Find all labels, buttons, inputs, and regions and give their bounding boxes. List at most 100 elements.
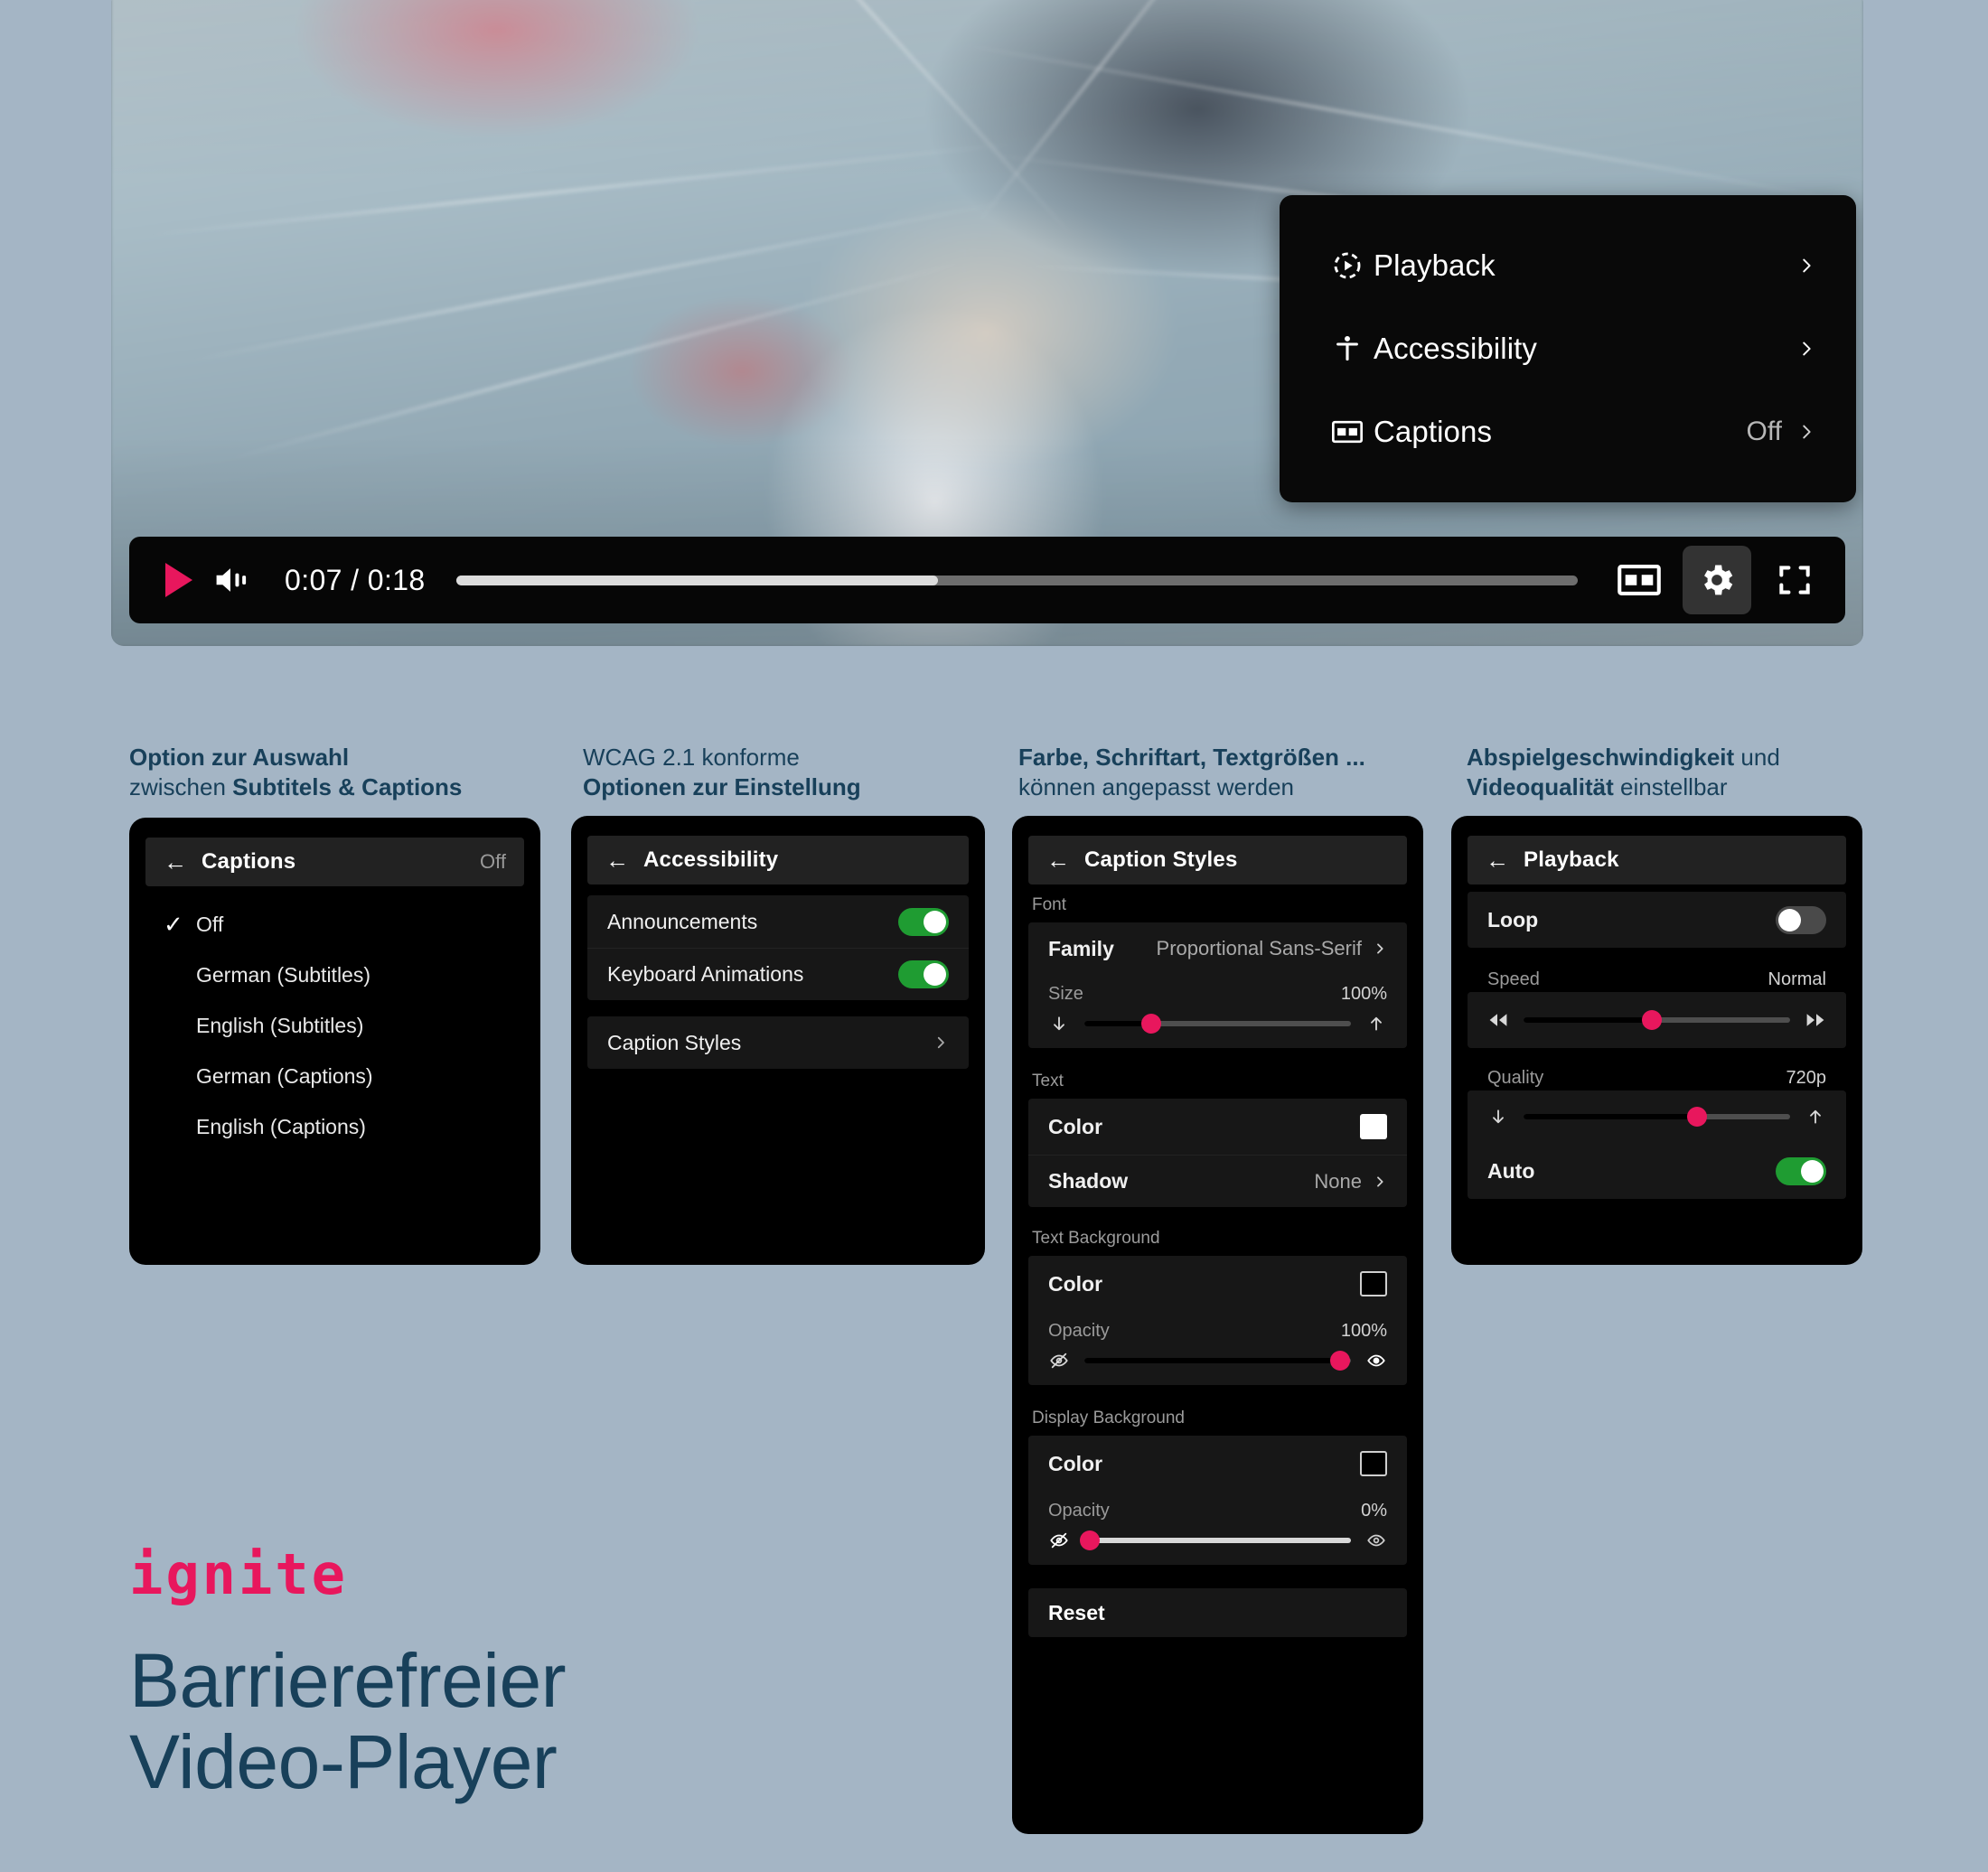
row-text-bg-color[interactable]: Color xyxy=(1028,1256,1407,1312)
slider-value: 100% xyxy=(1340,1321,1387,1341)
section-heading-bold-2: Subtitels & Captions xyxy=(232,773,463,801)
text-color-swatch[interactable] xyxy=(1360,1114,1387,1139)
text-background-color-swatch[interactable] xyxy=(1360,1271,1387,1296)
brand-block: ignite Barrierefreier Video-Player xyxy=(129,1541,567,1803)
caption-option-off[interactable]: ✓ Off xyxy=(145,899,524,950)
row-label: Color xyxy=(1048,1451,1103,1475)
arrow-up-icon[interactable] xyxy=(1364,1014,1389,1034)
display-background-color-swatch[interactable] xyxy=(1360,1451,1387,1476)
toggle-row-announcements[interactable]: Announcements xyxy=(587,895,969,948)
eye-off-icon[interactable] xyxy=(1046,1530,1072,1550)
group-display-background: Color Opacity 0% xyxy=(1028,1436,1407,1565)
settings-menu-item-label: Playback xyxy=(1374,248,1496,282)
caption-option-english-captions[interactable]: English (Captions) xyxy=(145,1101,524,1152)
font-size-slider[interactable] xyxy=(1084,1014,1351,1034)
toggle-label: Announcements xyxy=(607,909,758,933)
slider-block-font-size: Size 100% xyxy=(1028,975,1407,1048)
section-heading-bold: Optionen zur Einstellung xyxy=(583,773,861,801)
settings-menu-item-value: Off xyxy=(1746,417,1782,446)
panel-card-playback: ← Playback Loop Speed Normal Quality 720… xyxy=(1451,816,1862,1265)
slider-block-display-bg-opacity: Opacity 0% xyxy=(1028,1492,1407,1565)
play-button[interactable] xyxy=(149,563,205,597)
keyboard-animations-toggle[interactable] xyxy=(898,960,949,988)
row-text-shadow[interactable]: Shadow None xyxy=(1028,1155,1407,1207)
row-label: Shadow xyxy=(1048,1169,1129,1193)
panel-header-playback[interactable]: ← Playback xyxy=(1468,836,1846,885)
volume-button[interactable] xyxy=(205,563,261,597)
settings-button[interactable] xyxy=(1683,546,1751,614)
settings-menu-item-accessibility[interactable]: Accessibility xyxy=(1280,307,1856,390)
toggle-row-auto[interactable]: Auto xyxy=(1468,1143,1846,1199)
progress-bar[interactable] xyxy=(455,575,1578,585)
play-icon xyxy=(165,563,192,597)
group-quality: Auto xyxy=(1468,1090,1846,1199)
arrow-up-icon[interactable] xyxy=(1803,1107,1828,1127)
control-bar-right-group xyxy=(1605,546,1829,614)
back-arrow-icon[interactable]: ← xyxy=(1046,848,1070,872)
arrow-down-icon[interactable] xyxy=(1486,1107,1511,1127)
panel-header-caption-styles[interactable]: ← Caption Styles xyxy=(1028,836,1407,885)
section-heading-bold: Option zur Auswahl xyxy=(129,744,350,771)
rewind-icon[interactable] xyxy=(1486,1012,1511,1028)
back-arrow-icon[interactable]: ← xyxy=(164,850,187,874)
video-player: Playback Accessibility Captions Off 0:07… xyxy=(111,0,1863,646)
settings-menu-item-captions[interactable]: Captions Off xyxy=(1280,390,1856,473)
slider-label: Opacity xyxy=(1048,1501,1110,1521)
row-font-family[interactable]: Family Proportional Sans-Serif xyxy=(1028,922,1407,975)
announcements-toggle[interactable] xyxy=(898,907,949,936)
loop-toggle[interactable] xyxy=(1776,905,1826,934)
display-background-opacity-slider[interactable] xyxy=(1079,1530,1351,1550)
settings-menu-item-playback[interactable]: Playback xyxy=(1280,224,1856,307)
fast-forward-icon[interactable] xyxy=(1803,1012,1828,1028)
section-heading-plain: können angepasst werden xyxy=(1018,773,1295,801)
fullscreen-icon xyxy=(1775,560,1815,600)
captions-toggle-button[interactable] xyxy=(1605,546,1674,614)
caption-styles-link-group: Caption Styles xyxy=(587,1016,969,1069)
eye-icon[interactable] xyxy=(1364,1351,1389,1371)
panel-header-accessibility[interactable]: ← Accessibility xyxy=(587,836,969,885)
toggle-row-keyboard-animations[interactable]: Keyboard Animations xyxy=(587,948,969,1000)
section-heading-plain: zwischen xyxy=(129,773,233,801)
panel-header-captions[interactable]: ← Captions Off xyxy=(145,838,524,886)
fullscreen-button[interactable] xyxy=(1760,546,1829,614)
link-row-caption-styles[interactable]: Caption Styles xyxy=(587,1016,969,1069)
chevron-right-icon xyxy=(1373,1173,1387,1191)
section-heading-plain: und xyxy=(1734,744,1780,771)
chevron-right-icon xyxy=(1795,337,1818,360)
section-heading-bold: Farbe, Schriftart, Textgrößen ... xyxy=(1018,744,1365,771)
slider-label: Size xyxy=(1048,984,1083,1004)
gear-icon xyxy=(1697,560,1737,600)
row-text-color[interactable]: Color xyxy=(1028,1099,1407,1155)
row-label: Family xyxy=(1048,936,1114,960)
ignite-logo: ignite xyxy=(129,1541,348,1607)
arrow-down-icon[interactable] xyxy=(1046,1014,1072,1034)
back-arrow-icon[interactable]: ← xyxy=(1486,848,1509,872)
speed-slider[interactable] xyxy=(1524,1010,1790,1030)
chevron-right-icon xyxy=(933,1033,949,1053)
quality-slider-label: Quality xyxy=(1487,1068,1544,1088)
caption-option-german-subtitles[interactable]: German (Subtitles) xyxy=(145,950,524,1000)
slider-block-text-bg-opacity: Opacity 100% xyxy=(1028,1312,1407,1385)
settings-menu-item-label: Accessibility xyxy=(1374,332,1538,365)
row-display-bg-color[interactable]: Color xyxy=(1028,1436,1407,1492)
quality-slider[interactable] xyxy=(1524,1107,1790,1127)
row-value: Proportional Sans-Serif xyxy=(1156,937,1362,959)
row-label: Color xyxy=(1048,1271,1103,1296)
caption-option-german-captions[interactable]: German (Captions) xyxy=(145,1051,524,1101)
settings-menu-item-label: Captions xyxy=(1374,415,1493,448)
eye-icon[interactable] xyxy=(1364,1530,1389,1550)
panel-header-value: Off xyxy=(480,850,506,873)
panel-title: Captions xyxy=(202,849,296,874)
accessibility-person-icon xyxy=(1332,333,1374,364)
section-label-display-background: Display Background xyxy=(1032,1409,1185,1427)
caption-option-english-subtitles[interactable]: English (Subtitles) xyxy=(145,1000,524,1051)
text-background-opacity-slider[interactable] xyxy=(1084,1351,1351,1371)
toggle-row-loop[interactable]: Loop xyxy=(1468,892,1846,948)
reset-button[interactable]: Reset xyxy=(1028,1588,1407,1637)
back-arrow-icon[interactable]: ← xyxy=(605,848,629,872)
auto-quality-toggle[interactable] xyxy=(1776,1156,1826,1185)
row-value-group: None xyxy=(1314,1170,1387,1193)
volume-icon xyxy=(212,563,254,597)
toggle-label: Keyboard Animations xyxy=(607,962,804,986)
eye-off-icon[interactable] xyxy=(1046,1351,1072,1371)
